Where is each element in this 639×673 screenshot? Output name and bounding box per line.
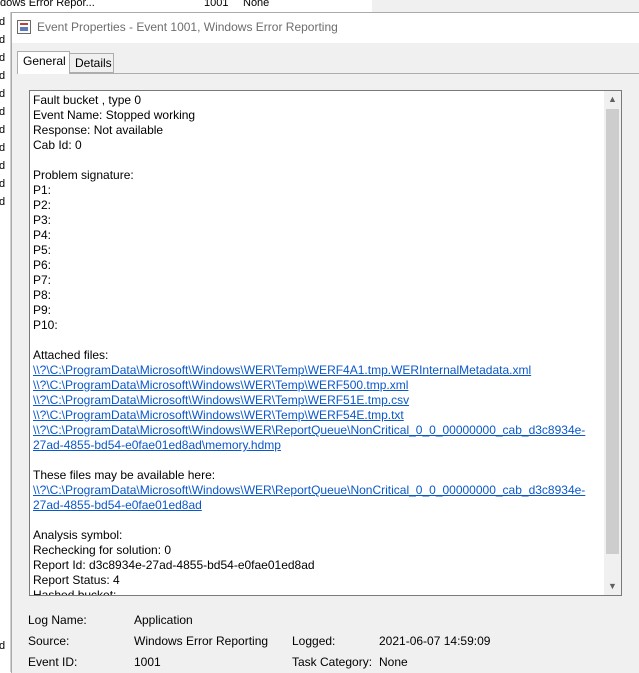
- signature-line: P8:: [33, 288, 52, 302]
- background-row-fragment: d: [0, 142, 5, 154]
- signature-line: P1:: [33, 183, 52, 197]
- event-description-box[interactable]: Fault bucket , type 0 Event Name: Stoppe…: [29, 90, 622, 596]
- attached-file-link[interactable]: \\?\C:\ProgramData\Microsoft\Windows\WER…: [33, 363, 603, 378]
- background-category-text: None: [243, 0, 270, 9]
- logged-label: Logged:: [292, 634, 336, 648]
- background-row-fragment: d: [0, 34, 5, 46]
- background-row-fragment: d: [0, 178, 5, 190]
- logged-value: 2021-06-07 14:59:09: [379, 634, 491, 648]
- background-row-fragment: d: [0, 52, 5, 64]
- description-line: Fault bucket , type 0: [33, 93, 142, 107]
- description-line: Report Status: 4: [33, 573, 120, 587]
- event-properties-dialog: Event Properties - Event 1001, Windows E…: [11, 12, 639, 673]
- description-line: Report Id: d3c8934e-27ad-4855-bd54-e0fae…: [33, 558, 315, 572]
- signature-heading: Problem signature:: [33, 168, 134, 182]
- log-name-value: Application: [134, 613, 193, 627]
- signature-line: P5:: [33, 243, 52, 257]
- event-properties-icon: [17, 20, 31, 34]
- tab-details[interactable]: Details: [70, 53, 114, 73]
- signature-line: P2:: [33, 198, 52, 212]
- title-bar[interactable]: Event Properties - Event 1001, Windows E…: [12, 13, 639, 43]
- background-source-text: dows Error Repor...: [0, 0, 95, 9]
- background-gray-area: [372, 0, 639, 12]
- attached-file-link[interactable]: \\?\C:\ProgramData\Microsoft\Windows\WER…: [33, 378, 603, 393]
- background-row-fragment: d: [0, 16, 5, 28]
- tab-divider: [17, 73, 639, 74]
- window-title: Event Properties - Event 1001, Windows E…: [37, 20, 338, 34]
- source-label: Source:: [28, 634, 70, 648]
- event-id-label: Event ID:: [28, 655, 78, 669]
- signature-line: P3:: [33, 213, 52, 227]
- report-folder-link[interactable]: 27ad-4855-bd54-e0fae01ed8ad: [33, 498, 603, 513]
- task-category-label: Task Category:: [292, 655, 373, 669]
- signature-line: P6:: [33, 258, 52, 272]
- event-id-value: 1001: [134, 655, 161, 669]
- background-row-fragment: d: [0, 88, 5, 100]
- attached-file-link[interactable]: 27ad-4855-bd54-e0fae01ed8ad\memory.hdmp: [33, 438, 603, 453]
- signature-line: P9:: [33, 303, 52, 317]
- log-name-label: Log Name:: [28, 613, 87, 627]
- scroll-up-arrow-icon[interactable]: ▲: [604, 91, 621, 108]
- description-line: Hashed bucket:: [33, 588, 117, 596]
- background-event-list: d d d d d d d d d d d d: [0, 12, 11, 672]
- event-description-text: Fault bucket , type 0 Event Name: Stoppe…: [33, 93, 603, 596]
- signature-line: P7:: [33, 273, 52, 287]
- description-line: Response: Not available: [33, 123, 164, 137]
- tab-general[interactable]: General: [17, 51, 70, 74]
- attached-files-heading: Attached files:: [33, 348, 109, 362]
- background-row-fragment: d: [0, 160, 5, 172]
- background-id-text: 1001: [204, 0, 229, 9]
- attached-file-link[interactable]: \\?\C:\ProgramData\Microsoft\Windows\WER…: [33, 393, 603, 408]
- description-line: Cab Id: 0: [33, 138, 82, 152]
- background-row-fragment: d: [0, 640, 5, 652]
- signature-line: P10:: [33, 318, 58, 332]
- background-row-fragment: d: [0, 106, 5, 118]
- report-folder-link[interactable]: \\?\C:\ProgramData\Microsoft\Windows\WER…: [33, 483, 603, 498]
- description-line: Analysis symbol:: [33, 528, 123, 542]
- scrollbar-thumb[interactable]: [606, 109, 619, 554]
- attached-file-link[interactable]: \\?\C:\ProgramData\Microsoft\Windows\WER…: [33, 423, 603, 438]
- description-line: Rechecking for solution: 0: [33, 543, 172, 557]
- background-row-fragment: d: [0, 70, 5, 82]
- available-files-heading: These files may be available here:: [33, 468, 216, 482]
- attached-file-link[interactable]: \\?\C:\ProgramData\Microsoft\Windows\WER…: [33, 408, 603, 423]
- background-row-fragment: d: [0, 124, 5, 136]
- signature-line: P4:: [33, 228, 52, 242]
- scroll-down-arrow-icon[interactable]: ▼: [604, 578, 621, 595]
- background-row-fragment: d: [0, 196, 5, 208]
- source-value: Windows Error Reporting: [134, 634, 269, 648]
- description-line: Event Name: Stopped working: [33, 108, 196, 122]
- background-event-row: dows Error Repor... 1001 None: [0, 0, 639, 12]
- description-scrollbar[interactable]: ▲ ▼: [604, 91, 621, 595]
- task-category-value: None: [379, 655, 408, 669]
